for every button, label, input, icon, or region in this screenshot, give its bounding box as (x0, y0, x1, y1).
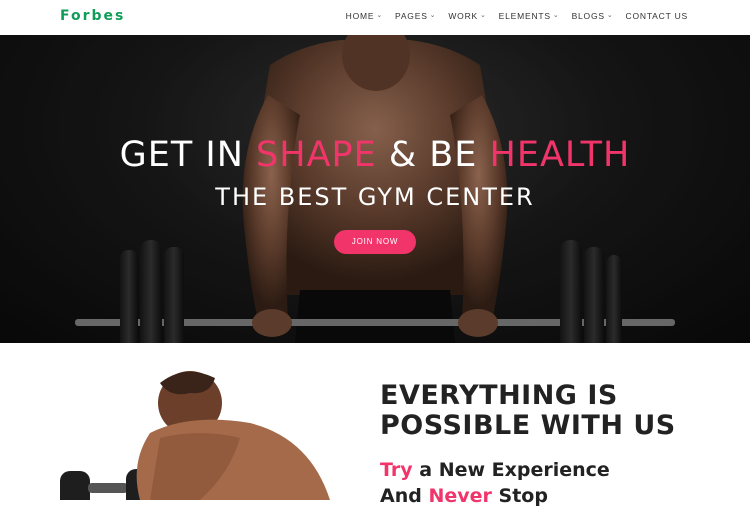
subtitle-text: And (380, 485, 429, 507)
hero-banner: GET IN SHAPE & BE HEALTH THE BEST GYM CE… (0, 35, 750, 343)
headline-highlight: SHAPE (256, 135, 377, 175)
nav-item-label: WORK (448, 11, 478, 21)
nav-item-label: BLOGS (571, 11, 605, 21)
brand-logo[interactable]: Forbes (60, 8, 125, 24)
subtitle-highlight: Never (428, 485, 492, 507)
top-navbar: Forbes HOME ⌄ PAGES ⌄ WORK ⌄ ELEMENTS ⌄ … (0, 0, 750, 35)
about-subtitle-line: Try a New Experience (380, 457, 610, 483)
nav-item-label: ELEMENTS (498, 11, 551, 21)
nav-item-pages[interactable]: PAGES ⌄ (395, 11, 436, 21)
about-subtitle-line: And Never Stop (380, 483, 610, 509)
subtitle-highlight: Try (380, 459, 413, 481)
nav-item-elements[interactable]: ELEMENTS ⌄ (499, 11, 560, 21)
nav-item-blogs[interactable]: BLOGS ⌄ (572, 11, 614, 21)
chevron-down-icon: ⌄ (480, 12, 487, 19)
nav-item-label: HOME (345, 11, 375, 21)
subtitle-text: a New Experience (412, 459, 610, 481)
headline-text: & BE (376, 135, 490, 175)
nav-item-label: PAGES (395, 11, 428, 21)
chevron-down-icon: ⌄ (376, 12, 383, 19)
chevron-down-icon: ⌄ (606, 12, 614, 19)
chevron-down-icon: ⌄ (429, 12, 437, 19)
athlete-photo (60, 371, 330, 500)
nav-item-home[interactable]: HOME ⌄ (346, 11, 383, 21)
hero-subheadline: THE BEST GYM CENTER (215, 183, 535, 211)
hero-headline: GET IN SHAPE & BE HEALTH (0, 135, 750, 175)
about-section: EVERYTHING IS POSSIBLE WITH US Try a New… (0, 343, 750, 507)
about-title-line: EVERYTHING IS (380, 380, 618, 411)
headline-text: GET IN (119, 135, 257, 175)
chevron-down-icon: ⌄ (552, 12, 560, 19)
subtitle-text: Stop (491, 485, 548, 507)
about-title: EVERYTHING IS POSSIBLE WITH US (380, 381, 676, 441)
join-now-button[interactable]: JOIN NOW (334, 230, 416, 254)
about-title-line: POSSIBLE WITH US (380, 410, 676, 441)
headline-highlight: HEALTH (489, 135, 631, 175)
nav-item-contact[interactable]: CONTACT US (626, 11, 688, 21)
main-nav: HOME ⌄ PAGES ⌄ WORK ⌄ ELEMENTS ⌄ BLOGS ⌄… (334, 11, 688, 21)
nav-item-work[interactable]: WORK ⌄ (448, 11, 486, 21)
nav-item-label: CONTACT US (625, 11, 688, 21)
about-subtitle: Try a New Experience And Never Stop (380, 457, 610, 509)
